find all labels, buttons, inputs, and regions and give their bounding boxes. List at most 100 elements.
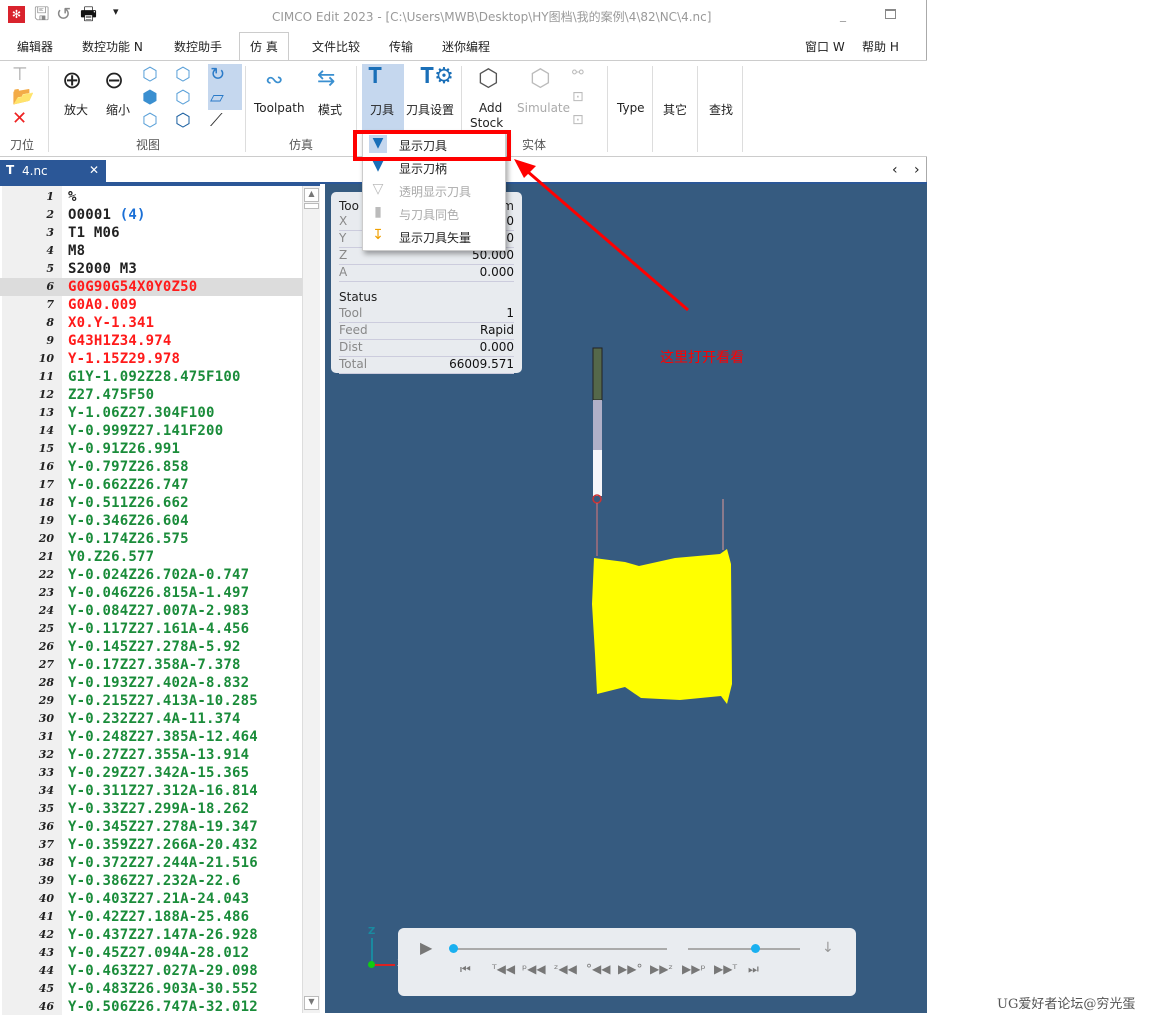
code-line[interactable]: 31 Y-0.248Z27.385A-12.464: [0, 728, 302, 746]
code-line[interactable]: 19 Y-0.346Z26.604: [0, 512, 302, 530]
code-line[interactable]: 30 Y-0.232Z27.4A-11.374: [0, 710, 302, 728]
tab-file-compare[interactable]: 文件比较: [312, 38, 360, 55]
code-line[interactable]: 11 G1Y-1.092Z28.475F100: [0, 368, 302, 386]
code-line[interactable]: 40 Y-0.403Z27.21A-24.043: [0, 890, 302, 908]
menu-window[interactable]: 窗口 W: [805, 38, 845, 55]
close-tab-icon[interactable]: ✕: [89, 163, 99, 177]
code-line[interactable]: 18 Y-0.511Z26.662: [0, 494, 302, 512]
inspect2-icon[interactable]: ⊡: [572, 113, 584, 127]
code-line[interactable]: 3 T1 M06: [0, 224, 302, 242]
code-line[interactable]: 22 Y-0.024Z26.702A-0.747: [0, 566, 302, 584]
code-line[interactable]: 28 Y-0.193Z27.402A-8.832: [0, 674, 302, 692]
code-line[interactable]: 38 Y-0.372Z27.244A-21.516: [0, 854, 302, 872]
next-feed-button[interactable]: ▶▶ᵖ: [682, 962, 706, 976]
speed-slider[interactable]: [688, 948, 800, 950]
type-button[interactable]: Type: [617, 101, 645, 115]
code-line[interactable]: 26 Y-0.145Z27.278A-5.92: [0, 638, 302, 656]
box-icon[interactable]: ▱: [210, 89, 224, 107]
tool-settings-icon[interactable]: 𝐓⚙: [420, 66, 454, 88]
tab-nc-assistant[interactable]: 数控助手: [174, 38, 222, 55]
tab-nc-functions[interactable]: 数控功能 N: [82, 38, 143, 55]
code-line[interactable]: 36 Y-0.345Z27.278A-19.347: [0, 818, 302, 836]
mode-button[interactable]: 模式: [318, 101, 342, 118]
prev-tool-button[interactable]: ᵀ◀◀: [492, 962, 515, 976]
next-z-button[interactable]: ▶▶ᶻ: [650, 962, 673, 976]
tab-transfer[interactable]: 传输: [389, 38, 413, 55]
code-line[interactable]: 7 G0A0.009: [0, 296, 302, 314]
code-line[interactable]: 5 S2000 M3: [0, 260, 302, 278]
progress-slider-knob[interactable]: [449, 944, 458, 953]
undo-icon[interactable]: ↺: [56, 6, 71, 24]
prev-feed-button[interactable]: ᵖ◀◀: [522, 962, 546, 976]
code-line[interactable]: 15 Y-0.91Z26.991: [0, 440, 302, 458]
compare-icon[interactable]: ⚯: [572, 66, 584, 80]
tool-settings-button[interactable]: 刀具设置: [406, 101, 454, 118]
code-line[interactable]: 16 Y-0.797Z26.858: [0, 458, 302, 476]
zoom-in-button[interactable]: 放大: [64, 101, 88, 118]
view-side-icon[interactable]: ⬡: [175, 89, 191, 107]
next-point-button[interactable]: ▶▶°: [618, 962, 642, 976]
progress-slider[interactable]: [453, 948, 667, 950]
scroll-thumb[interactable]: [304, 203, 319, 209]
code-line[interactable]: 8 X0.Y-1.341: [0, 314, 302, 332]
code-line[interactable]: 37 Y-0.359Z27.266A-20.432: [0, 836, 302, 854]
add-stock-button-line2[interactable]: Stock: [470, 116, 503, 130]
save-icon[interactable]: 🖫: [34, 6, 49, 24]
add-stock-button[interactable]: Add: [479, 101, 502, 115]
code-line[interactable]: 24 Y-0.084Z27.007A-2.983: [0, 602, 302, 620]
print-icon[interactable]: 🖶: [80, 6, 97, 24]
code-line[interactable]: 17 Y-0.662Z26.747: [0, 476, 302, 494]
maximize-button[interactable]: [885, 9, 896, 19]
tab-mini-programming[interactable]: 迷你编程: [442, 38, 490, 55]
code-editor[interactable]: 1% 2 O0001 (4) 3 T1 M06 4 M8 5 S2000 M3 6 G0G90G54…: [0, 184, 320, 1015]
find-button[interactable]: 查找: [709, 101, 733, 118]
scroll-down-button[interactable]: ▼: [304, 996, 319, 1010]
code-line[interactable]: 25 Y-0.117Z27.161A-4.456: [0, 620, 302, 638]
code-line[interactable]: 33 Y-0.29Z27.342A-15.365: [0, 764, 302, 782]
add-stock-icon[interactable]: ⬡: [478, 66, 499, 90]
scroll-up-button[interactable]: ▲: [304, 188, 319, 202]
toolpath-button[interactable]: Toolpath: [254, 101, 305, 115]
mode-icon[interactable]: ⇆: [317, 68, 335, 90]
minimize-button[interactable]: _: [840, 8, 846, 22]
code-line[interactable]: 43 Y-0.45Z27.094A-28.012: [0, 944, 302, 962]
zoom-out-icon[interactable]: ⊖: [104, 68, 124, 92]
simulate-icon[interactable]: ⬡: [530, 66, 551, 90]
code-line[interactable]: 35 Y-0.33Z27.299A-18.262: [0, 800, 302, 818]
code-line[interactable]: 41 Y-0.42Z27.188A-25.486: [0, 908, 302, 926]
zoom-in-icon[interactable]: ⊕: [62, 68, 82, 92]
prev-z-button[interactable]: ᶻ◀◀: [554, 962, 577, 976]
view-iso-icon[interactable]: ⬢: [142, 89, 158, 107]
play-button[interactable]: ▶: [420, 938, 432, 957]
delete-icon[interactable]: ✕: [12, 110, 27, 128]
code-line[interactable]: 21 Y0.Z26.577: [0, 548, 302, 566]
tab-editor[interactable]: 编辑器: [17, 38, 53, 55]
editor-scrollbar[interactable]: ▲ ▼: [302, 186, 320, 1013]
open-folder-icon[interactable]: 📂: [12, 88, 34, 106]
code-line[interactable]: 27 Y-0.17Z27.358A-7.378: [0, 656, 302, 674]
code-line[interactable]: 10 Y-1.15Z29.978: [0, 350, 302, 368]
code-line[interactable]: 42 Y-0.437Z27.147A-26.928: [0, 926, 302, 944]
code-line[interactable]: 2 O0001 (4): [0, 206, 302, 224]
code-line[interactable]: 23 Y-0.046Z26.815A-1.497: [0, 584, 302, 602]
inspect-icon[interactable]: ⊡: [572, 90, 584, 104]
ruler-icon[interactable]: ⟋: [210, 112, 223, 130]
view-top-icon[interactable]: ⬡: [142, 112, 158, 130]
rotate-icon[interactable]: ↻: [210, 66, 225, 84]
prev-point-button[interactable]: °◀◀: [586, 962, 610, 976]
code-line[interactable]: 9 G43H1Z34.974: [0, 332, 302, 350]
code-line[interactable]: 34 Y-0.311Z27.312A-16.814: [0, 782, 302, 800]
toolpath-icon[interactable]: ∾: [265, 70, 283, 92]
scroll-tabs-left-icon[interactable]: ‹: [892, 162, 898, 178]
document-tab[interactable]: T 4.nc ✕: [0, 160, 106, 182]
view-tool-icon[interactable]: ⬡: [175, 112, 191, 130]
other-button[interactable]: 其它: [663, 101, 687, 118]
view-front-icon[interactable]: ⬡: [175, 66, 191, 84]
dropdown-item[interactable]: ▽ 透明显示刀具: [363, 179, 505, 202]
code-line[interactable]: 1%: [0, 188, 302, 206]
code-line[interactable]: 4 M8: [0, 242, 302, 260]
code-line[interactable]: 14 Y-0.999Z27.141F200: [0, 422, 302, 440]
zoom-out-button[interactable]: 缩小: [106, 101, 130, 118]
dropdown-item[interactable]: ▮ 与刀具同色: [363, 202, 505, 225]
code-line[interactable]: 13 Y-1.06Z27.304F100: [0, 404, 302, 422]
